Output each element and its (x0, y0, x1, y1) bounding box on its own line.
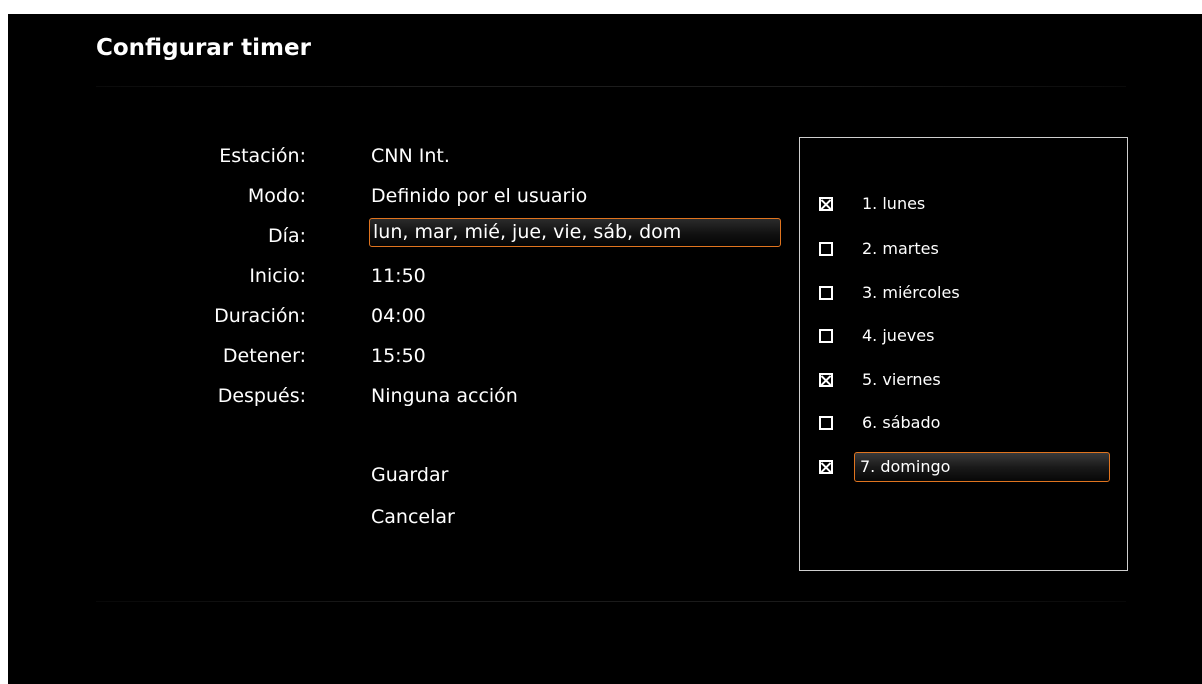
day-option-friday[interactable]: 5. viernes (819, 369, 1115, 395)
day-option-sunday[interactable]: 7. domingo (819, 452, 1115, 482)
after-label: Después: (217, 385, 306, 407)
checkbox-icon[interactable] (819, 416, 833, 430)
day-option-label: 6. sábado (862, 413, 941, 432)
day-option-label: 3. miércoles (862, 283, 960, 302)
checkbox-icon[interactable] (819, 329, 833, 343)
day-option-label: 7. domingo (860, 457, 951, 476)
duration-label: Duración: (214, 305, 306, 327)
station-field[interactable]: CNN Int. (371, 145, 450, 167)
day-option-label: 1. lunes (862, 194, 926, 213)
day-option-label: 5. viernes (862, 370, 941, 389)
duration-field[interactable]: 04:00 (371, 305, 426, 327)
mode-label: Modo: (247, 185, 306, 207)
checkbox-icon[interactable] (819, 286, 833, 300)
checkbox-icon[interactable] (819, 460, 833, 474)
day-option-thursday[interactable]: 4. jueves (819, 325, 1115, 351)
station-label: Estación: (219, 145, 306, 167)
day-option-wednesday[interactable]: 3. miércoles (819, 282, 1115, 308)
mode-field[interactable]: Definido por el usuario (371, 185, 587, 207)
checkbox-icon[interactable] (819, 242, 833, 256)
after-field[interactable]: Ninguna acción (371, 385, 518, 407)
stop-label: Detener: (222, 345, 306, 367)
cancel-button[interactable]: Cancelar (371, 506, 455, 528)
day-option-label: 2. martes (862, 239, 939, 258)
day-label: Día: (268, 225, 306, 247)
bottom-divider (96, 601, 1126, 602)
stop-field[interactable]: 15:50 (371, 345, 426, 367)
start-field[interactable]: 11:50 (371, 265, 426, 287)
timer-config-screen: Configurar timer Estación: Modo: Día: In… (8, 14, 1202, 684)
day-option-monday[interactable]: 1. lunes (819, 193, 1115, 219)
day-option-saturday[interactable]: 6. sábado (819, 412, 1115, 438)
title-divider (96, 86, 1126, 87)
day-option-label: 4. jueves (862, 326, 935, 345)
save-button[interactable]: Guardar (371, 464, 448, 486)
day-field-value: lun, mar, mié, jue, vie, sáb, dom (373, 221, 682, 243)
day-field[interactable]: lun, mar, mié, jue, vie, sáb, dom (369, 218, 781, 247)
checkbox-icon[interactable] (819, 373, 833, 387)
page-title: Configurar timer (96, 35, 311, 61)
day-picker-popup: 1. lunes 2. martes 3. miércoles 4. jueve… (799, 137, 1128, 571)
checkbox-icon[interactable] (819, 197, 833, 211)
start-label: Inicio: (249, 265, 306, 287)
day-option-tuesday[interactable]: 2. martes (819, 238, 1115, 264)
